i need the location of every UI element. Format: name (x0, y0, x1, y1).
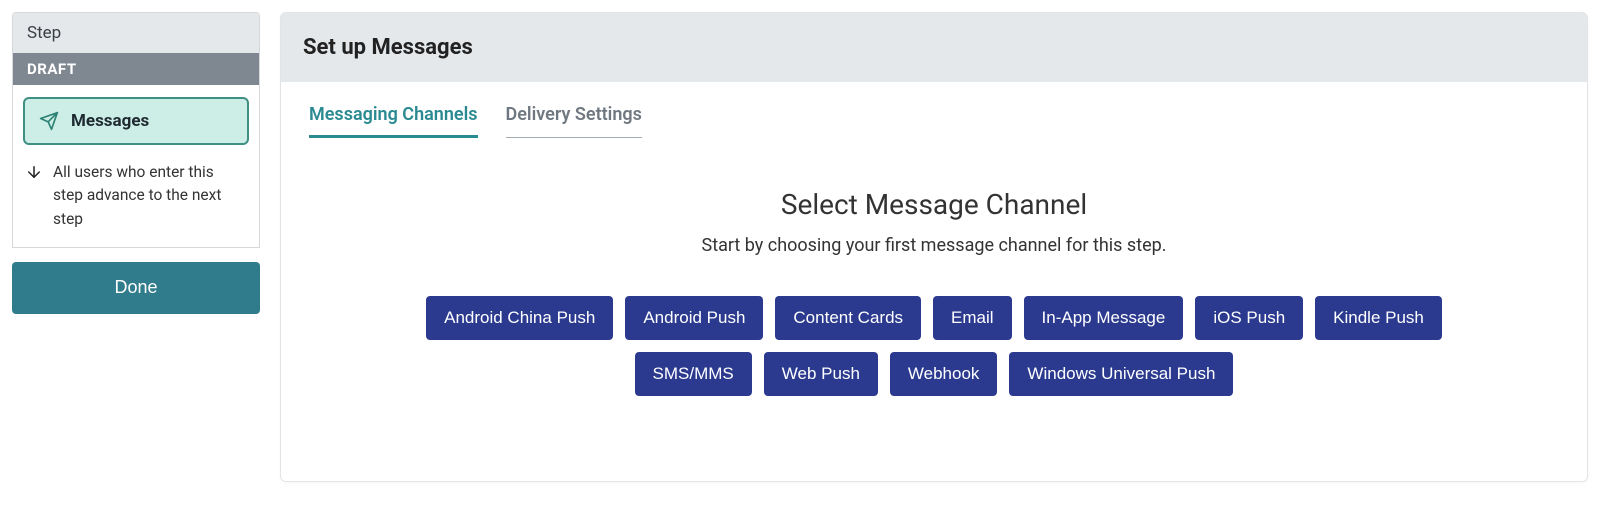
main-body: Messaging Channels Delivery Settings Sel… (281, 82, 1587, 481)
advance-description: All users who enter this step advance to… (13, 157, 259, 247)
channel-content-cards-button[interactable]: Content Cards (775, 296, 921, 340)
channel-android-push-button[interactable]: Android Push (625, 296, 763, 340)
step-name-label: Messages (71, 111, 149, 131)
sidebar: Step DRAFT Messages All users who enter … (12, 12, 260, 512)
main-panel: Set up Messages Messaging Channels Deliv… (280, 12, 1588, 482)
done-button[interactable]: Done (12, 262, 260, 314)
channel-selector: Select Message Channel Start by choosing… (309, 188, 1559, 396)
channel-buttons-container: Android China Push Android Push Content … (394, 296, 1474, 396)
tabs: Messaging Channels Delivery Settings (309, 104, 1559, 138)
page-title: Set up Messages (303, 35, 1565, 60)
arrow-down-icon (25, 163, 43, 231)
main-header: Set up Messages (281, 13, 1587, 82)
step-messages-item[interactable]: Messages (23, 97, 249, 145)
app-wrapper: Step DRAFT Messages All users who enter … (0, 0, 1600, 524)
channel-windows-universal-push-button[interactable]: Windows Universal Push (1009, 352, 1233, 396)
step-header-label: Step (13, 13, 259, 53)
select-channel-heading: Select Message Channel (309, 188, 1559, 221)
channel-web-push-button[interactable]: Web Push (764, 352, 878, 396)
channel-android-china-push-button[interactable]: Android China Push (426, 296, 613, 340)
advance-text: All users who enter this step advance to… (53, 161, 247, 231)
channel-webhook-button[interactable]: Webhook (890, 352, 998, 396)
status-badge: DRAFT (13, 53, 259, 85)
channel-in-app-message-button[interactable]: In-App Message (1024, 296, 1184, 340)
channel-ios-push-button[interactable]: iOS Push (1195, 296, 1303, 340)
channel-sms-mms-button[interactable]: SMS/MMS (635, 352, 752, 396)
paper-plane-icon (39, 111, 59, 131)
tab-delivery-settings[interactable]: Delivery Settings (506, 104, 642, 138)
channel-kindle-push-button[interactable]: Kindle Push (1315, 296, 1442, 340)
select-channel-subtext: Start by choosing your first message cha… (309, 235, 1559, 256)
channel-email-button[interactable]: Email (933, 296, 1012, 340)
step-card: Step DRAFT Messages All users who enter … (12, 12, 260, 248)
tab-messaging-channels[interactable]: Messaging Channels (309, 104, 478, 138)
